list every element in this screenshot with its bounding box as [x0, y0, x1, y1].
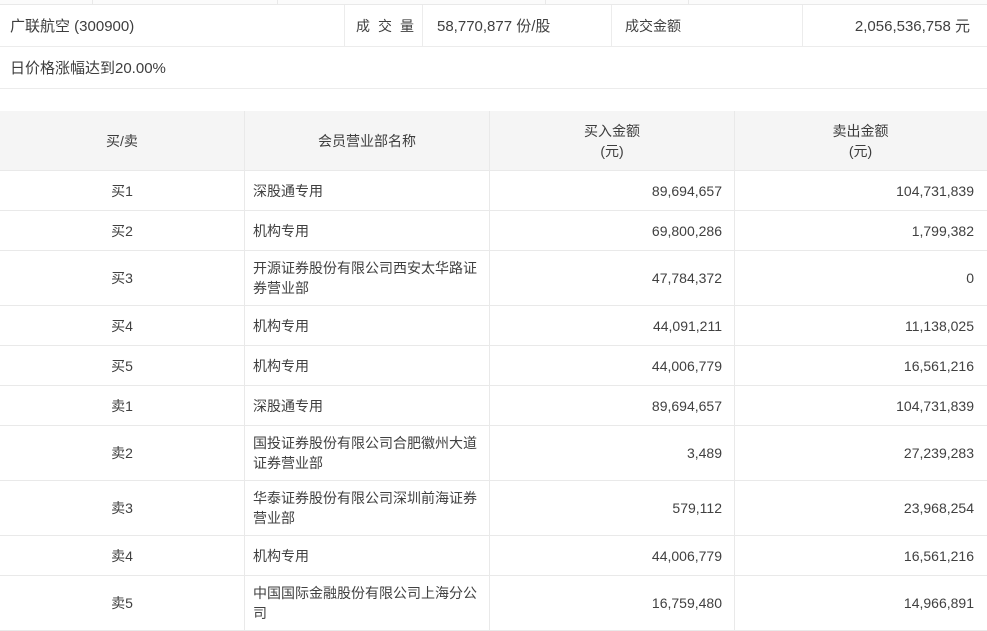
broker-cell: 深股通专用 — [245, 386, 490, 425]
header-sell-unit: (元) — [849, 141, 872, 161]
buy-amount-cell: 16,759,480 — [490, 576, 735, 630]
summary-row: 广联航空 (300900) 成交量 58,770,877 份/股 成交金额 2,… — [0, 5, 987, 47]
header-buy-label: 买入金额 — [584, 121, 640, 141]
side-cell: 卖2 — [0, 426, 245, 480]
sell-amount-cell: 104,731,839 — [735, 386, 986, 425]
side-cell: 买3 — [0, 251, 245, 305]
divider — [92, 0, 93, 4]
divider — [688, 0, 689, 4]
buy-amount-cell: 44,006,779 — [490, 346, 735, 385]
table-row: 卖2国投证券股份有限公司合肥徽州大道证券营业部3,48927,239,283 — [0, 426, 987, 481]
side-cell: 买5 — [0, 346, 245, 385]
table-header-row: 买/卖 会员营业部名称 买入金额 (元) 卖出金额 (元) — [0, 111, 987, 171]
broker-cell: 机构专用 — [245, 536, 490, 575]
side-cell: 买1 — [0, 171, 245, 210]
price-limit-notice: 日价格涨幅达到20.00% — [0, 47, 987, 89]
divider — [545, 0, 546, 4]
table-row: 买5机构专用44,006,77916,561,216 — [0, 346, 987, 386]
table-row: 卖1深股通专用89,694,657104,731,839 — [0, 386, 987, 426]
header-broker: 会员营业部名称 — [245, 111, 490, 170]
broker-table: 买/卖 会员营业部名称 买入金额 (元) 卖出金额 (元) 买1深股通专用89,… — [0, 111, 987, 631]
header-side: 买/卖 — [0, 111, 245, 170]
stock-title: 广联航空 (300900) — [0, 5, 345, 46]
header-broker-label: 会员营业部名称 — [318, 131, 416, 151]
side-cell: 买2 — [0, 211, 245, 250]
sell-amount-cell: 0 — [735, 251, 986, 305]
side-cell: 买4 — [0, 306, 245, 345]
buy-amount-cell: 89,694,657 — [490, 386, 735, 425]
broker-cell: 深股通专用 — [245, 171, 490, 210]
buy-amount-cell: 3,489 — [490, 426, 735, 480]
buy-amount-cell: 579,112 — [490, 481, 735, 535]
table-row: 买4机构专用44,091,21111,138,025 — [0, 306, 987, 346]
table-row: 买2机构专用69,800,2861,799,382 — [0, 211, 987, 251]
broker-cell: 开源证券股份有限公司西安太华路证券营业部 — [245, 251, 490, 305]
broker-cell: 机构专用 — [245, 211, 490, 250]
side-cell: 卖4 — [0, 536, 245, 575]
header-sell-amount: 卖出金额 (元) — [735, 111, 986, 170]
side-cell: 卖1 — [0, 386, 245, 425]
sell-amount-cell: 27,239,283 — [735, 426, 986, 480]
sell-amount-cell: 23,968,254 — [735, 481, 986, 535]
broker-cell: 华泰证券股份有限公司深圳前海证券营业部 — [245, 481, 490, 535]
broker-cell: 中国国际金融股份有限公司上海分公司 — [245, 576, 490, 630]
buy-amount-cell: 89,694,657 — [490, 171, 735, 210]
cropped-row-above — [0, 0, 987, 5]
side-cell: 卖5 — [0, 576, 245, 630]
table-row: 卖4机构专用44,006,77916,561,216 — [0, 536, 987, 576]
page: 广联航空 (300900) 成交量 58,770,877 份/股 成交金额 2,… — [0, 0, 987, 624]
broker-cell: 机构专用 — [245, 346, 490, 385]
buy-amount-cell: 44,091,211 — [490, 306, 735, 345]
sell-amount-cell: 11,138,025 — [735, 306, 986, 345]
table-row: 卖5中国国际金融股份有限公司上海分公司16,759,48014,966,891 — [0, 576, 987, 631]
turnover-value: 2,056,536,758 元 — [803, 5, 986, 46]
buy-amount-cell: 47,784,372 — [490, 251, 735, 305]
buy-amount-cell: 69,800,286 — [490, 211, 735, 250]
volume-value: 58,770,877 份/股 — [423, 5, 612, 46]
sell-amount-cell: 14,966,891 — [735, 576, 986, 630]
sell-amount-cell: 104,731,839 — [735, 171, 986, 210]
divider — [277, 0, 278, 4]
sell-amount-cell: 16,561,216 — [735, 536, 986, 575]
turnover-label: 成交金额 — [612, 5, 803, 46]
volume-label: 成交量 — [345, 5, 423, 46]
table-row: 卖3华泰证券股份有限公司深圳前海证券营业部579,11223,968,254 — [0, 481, 987, 536]
header-buy-amount: 买入金额 (元) — [490, 111, 735, 170]
broker-cell: 国投证券股份有限公司合肥徽州大道证券营业部 — [245, 426, 490, 480]
buy-amount-cell: 44,006,779 — [490, 536, 735, 575]
table-row: 买3开源证券股份有限公司西安太华路证券营业部47,784,3720 — [0, 251, 987, 306]
side-cell: 卖3 — [0, 481, 245, 535]
header-side-label: 买/卖 — [106, 131, 138, 151]
broker-cell: 机构专用 — [245, 306, 490, 345]
header-sell-label: 卖出金额 — [833, 121, 889, 141]
table-body: 买1深股通专用89,694,657104,731,839买2机构专用69,800… — [0, 171, 987, 631]
sell-amount-cell: 16,561,216 — [735, 346, 986, 385]
table-row: 买1深股通专用89,694,657104,731,839 — [0, 171, 987, 211]
section-gap — [0, 89, 987, 111]
header-buy-unit: (元) — [600, 141, 623, 161]
sell-amount-cell: 1,799,382 — [735, 211, 986, 250]
